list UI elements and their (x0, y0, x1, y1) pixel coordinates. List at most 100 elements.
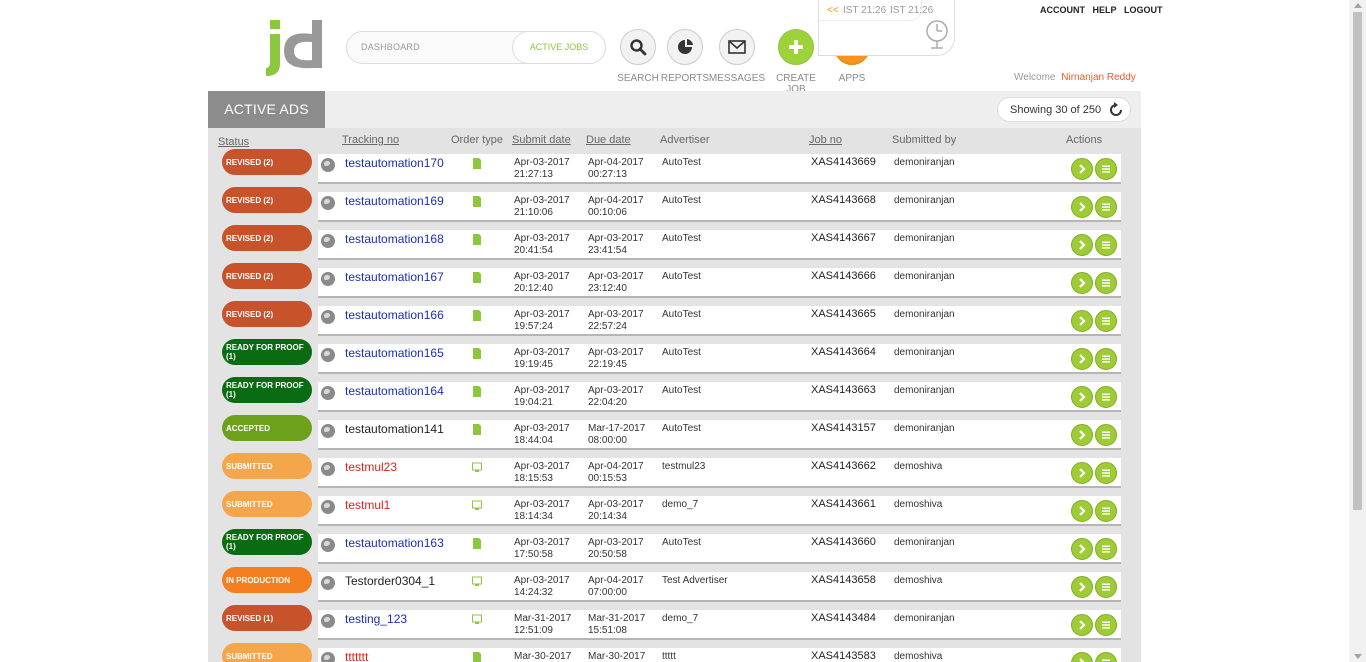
scrollbar-thumb[interactable] (1353, 12, 1362, 510)
table-row: REVISED (2) testautomation169 Apr-03-2017 2… (208, 187, 1141, 222)
status-badge[interactable]: SUBMITTED (222, 453, 312, 479)
status-badge[interactable]: SUBMITTED (222, 491, 312, 517)
messages-icon[interactable] (719, 29, 755, 65)
menu-lines-icon[interactable] (1095, 348, 1117, 370)
tracking-link[interactable]: testmul1 (345, 498, 390, 512)
col-due-date[interactable]: Due date (586, 134, 631, 146)
col-tracking[interactable]: Tracking no (342, 134, 399, 146)
tracking-link[interactable]: testautomation167 (345, 270, 444, 284)
globe-icon[interactable] (321, 196, 335, 210)
page-scrollbar[interactable] (1349, 0, 1366, 662)
view-arrow-icon[interactable] (1071, 576, 1093, 598)
status-badge[interactable]: REVISED (2) (222, 187, 312, 213)
status-badge[interactable]: ACCEPTED (222, 415, 312, 441)
job-number: XAS4143666 (811, 270, 876, 282)
tracking-link[interactable]: testautomation164 (345, 384, 444, 398)
globe-icon[interactable] (321, 538, 335, 552)
globe-icon[interactable] (321, 652, 335, 662)
view-arrow-icon[interactable] (1071, 500, 1093, 522)
globe-icon[interactable] (321, 272, 335, 286)
view-arrow-icon[interactable] (1071, 614, 1093, 636)
view-arrow-icon[interactable] (1071, 424, 1093, 446)
globe-icon[interactable] (321, 348, 335, 362)
advertiser-name: AutoTest (662, 233, 701, 244)
status-badge[interactable]: REVISED (2) (222, 301, 312, 327)
tracking-link[interactable]: testautomation165 (345, 346, 444, 360)
dashboard-tab[interactable]: DASHBOARD (361, 42, 420, 52)
nav-reports[interactable]: REPORTS (655, 29, 715, 84)
status-badge[interactable]: REVISED (2) (222, 263, 312, 289)
tracking-link[interactable]: testautomation168 (345, 232, 444, 246)
account-link[interactable]: ACCOUNT (1040, 5, 1085, 15)
tracking-link[interactable]: testautomation169 (345, 194, 444, 208)
view-arrow-icon[interactable] (1071, 310, 1093, 332)
jd-logo[interactable] (262, 18, 328, 80)
status-badge[interactable]: READY FOR PROOF (1) (222, 377, 312, 403)
status-badge[interactable]: SUBMITTED (222, 643, 312, 662)
status-badge[interactable]: IN PRODUCTION (222, 567, 312, 593)
view-arrow-icon[interactable] (1071, 234, 1093, 256)
menu-lines-icon[interactable] (1095, 386, 1117, 408)
menu-lines-icon[interactable] (1095, 462, 1117, 484)
menu-lines-icon[interactable] (1095, 196, 1117, 218)
submit-date: Mar-31-2017 12:51:09 (514, 613, 572, 636)
dashboard-search-toggle[interactable]: DASHBOARD ACTIVE JOBS (346, 31, 606, 64)
tracking-link[interactable]: ttttttt (345, 650, 368, 662)
nav-create-job[interactable]: CREATE JOB (766, 29, 826, 95)
help-link[interactable]: HELP (1093, 5, 1117, 15)
active-jobs-tab[interactable]: ACTIVE JOBS (512, 31, 606, 64)
menu-lines-icon[interactable] (1095, 158, 1117, 180)
tracking-link[interactable]: testautomation163 (345, 536, 444, 550)
menu-lines-icon[interactable] (1095, 614, 1117, 636)
view-arrow-icon[interactable] (1071, 196, 1093, 218)
logout-link[interactable]: LOGOUT (1124, 5, 1163, 15)
menu-lines-icon[interactable] (1095, 500, 1117, 522)
nav-messages[interactable]: MESSAGES (707, 29, 767, 84)
status-badge[interactable]: REVISED (2) (222, 149, 312, 175)
col-submit-date[interactable]: Submit date (512, 134, 571, 146)
welcome-user[interactable]: Nirnanjan Reddy (1061, 72, 1136, 83)
status-badge[interactable]: READY FOR PROOF (1) (222, 339, 312, 365)
tracking-link[interactable]: testautomation166 (345, 308, 444, 322)
view-arrow-icon[interactable] (1071, 386, 1093, 408)
globe-icon[interactable] (321, 234, 335, 248)
status-badge[interactable]: READY FOR PROOF (1) (222, 529, 312, 555)
globe-icon[interactable] (321, 386, 335, 400)
col-job-no[interactable]: Job no (809, 134, 842, 146)
tracking-link[interactable]: testautomation170 (345, 156, 444, 170)
tracking-link[interactable]: testautomation141 (345, 422, 444, 436)
reports-icon[interactable] (667, 29, 703, 65)
globe-icon[interactable] (321, 424, 335, 438)
status-badge[interactable]: REVISED (1) (222, 605, 312, 631)
col-status[interactable]: Status (218, 136, 249, 148)
tracking-link[interactable]: Testorder0304_1 (345, 574, 435, 588)
view-arrow-icon[interactable] (1071, 348, 1093, 370)
menu-lines-icon[interactable] (1095, 234, 1117, 256)
plus-icon[interactable] (778, 29, 814, 65)
timezone-collapse-icon[interactable]: << (827, 5, 839, 16)
world-clock-icon[interactable] (920, 14, 954, 56)
refresh-icon[interactable] (1108, 102, 1124, 118)
scroll-down-icon[interactable] (1354, 654, 1362, 659)
menu-lines-icon[interactable] (1095, 272, 1117, 294)
globe-icon[interactable] (321, 158, 335, 172)
menu-lines-icon[interactable] (1095, 424, 1117, 446)
tracking-link[interactable]: testmul23 (345, 460, 397, 474)
view-arrow-icon[interactable] (1071, 272, 1093, 294)
globe-icon[interactable] (321, 614, 335, 628)
menu-lines-icon[interactable] (1095, 310, 1117, 332)
scroll-up-icon[interactable] (1354, 3, 1362, 8)
search-icon[interactable] (620, 29, 656, 65)
view-arrow-icon[interactable] (1071, 538, 1093, 560)
advertiser-name: ttttt (662, 651, 676, 662)
menu-lines-icon[interactable] (1095, 576, 1117, 598)
status-badge[interactable]: REVISED (2) (222, 225, 312, 251)
globe-icon[interactable] (321, 576, 335, 590)
view-arrow-icon[interactable] (1071, 158, 1093, 180)
globe-icon[interactable] (321, 500, 335, 514)
menu-lines-icon[interactable] (1095, 538, 1117, 560)
tracking-link[interactable]: testing_123 (345, 612, 407, 626)
globe-icon[interactable] (321, 462, 335, 476)
view-arrow-icon[interactable] (1071, 462, 1093, 484)
globe-icon[interactable] (321, 310, 335, 324)
